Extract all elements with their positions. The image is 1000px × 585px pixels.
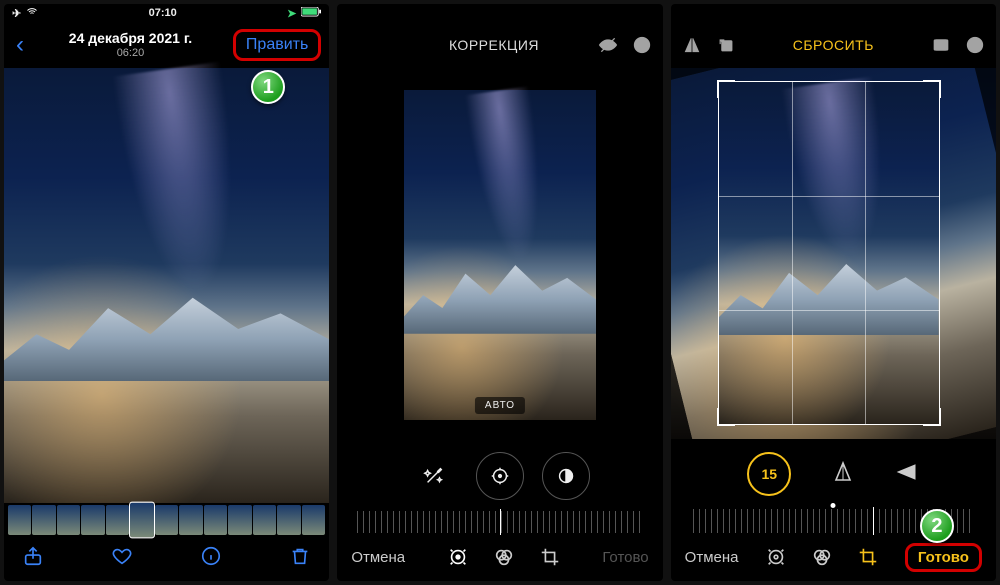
straighten-angle[interactable]: 15 (747, 452, 791, 496)
edit-button[interactable]: Править (233, 29, 321, 61)
markup-icon[interactable] (964, 34, 986, 56)
step-badge-2: 2 (920, 509, 954, 543)
mode-crop-icon[interactable] (857, 546, 879, 568)
photo-date-title: 24 декабря 2021 г. 06:20 (69, 31, 192, 58)
edit-crop-screen: СБРОСИТЬ 15 (671, 4, 996, 581)
markup-icon[interactable] (631, 34, 653, 56)
aspect-ratio-icon[interactable] (930, 34, 952, 56)
location-icon: ➤ (287, 7, 296, 20)
editor-header: КОРРЕКЦИЯ (337, 22, 662, 68)
favorite-icon[interactable] (111, 545, 133, 573)
mode-crop-icon[interactable] (539, 546, 561, 568)
visibility-toggle-icon[interactable] (597, 34, 619, 56)
viewer-header: ‹ 24 декабря 2021 г. 06:20 Править (4, 22, 329, 68)
crop-frame[interactable] (719, 82, 939, 424)
done-button[interactable]: Готово (905, 543, 982, 572)
flip-icon[interactable] (681, 34, 703, 56)
brilliance-button[interactable] (542, 452, 590, 500)
cancel-button[interactable]: Отмена (685, 549, 739, 566)
crop-header: СБРОСИТЬ (671, 22, 996, 68)
auto-magic-button[interactable] (410, 452, 458, 500)
viewer-toolbar (4, 537, 329, 581)
delete-icon[interactable] (289, 545, 311, 573)
cancel-button[interactable]: Отмена (351, 549, 405, 566)
share-icon[interactable] (22, 545, 44, 573)
status-time: 07:10 (149, 7, 177, 19)
vertical-perspective-icon[interactable] (831, 460, 855, 489)
auto-enhance-button[interactable]: АВТО (475, 397, 525, 414)
crop-controls: 15 (671, 439, 996, 509)
photo-preview[interactable] (4, 68, 329, 503)
mode-adjust-icon[interactable] (765, 546, 787, 568)
wifi-icon (26, 6, 38, 21)
adjust-title: КОРРЕКЦИЯ (449, 37, 539, 53)
mode-filters-icon[interactable] (493, 546, 515, 568)
info-icon[interactable] (200, 545, 222, 573)
adjust-slider[interactable] (357, 511, 642, 533)
status-bar: ✈ 07:10 ➤ (4, 4, 329, 22)
airplane-mode-icon: ✈ (12, 7, 21, 20)
done-button[interactable]: Готово (602, 549, 648, 566)
editor-toolbar: Отмена Готово (671, 533, 996, 581)
photo-viewer-screen: ✈ 07:10 ➤ ‹ 24 декабря 2021 г. 06:20 Пра… (4, 4, 329, 581)
rotate-icon[interactable] (715, 34, 737, 56)
mode-filters-icon[interactable] (811, 546, 833, 568)
thumbnail-strip[interactable] (4, 503, 329, 537)
mode-adjust-icon[interactable] (447, 546, 469, 568)
editor-toolbar: Отмена Готово (337, 533, 662, 581)
edit-canvas[interactable]: АВТО (337, 68, 662, 441)
exposure-button[interactable] (476, 452, 524, 500)
crop-canvas[interactable] (671, 68, 996, 439)
horizontal-perspective-icon[interactable] (895, 460, 919, 489)
adjust-tools-row (337, 441, 662, 511)
edit-adjust-screen: КОРРЕКЦИЯ АВТО Отмена (337, 4, 662, 581)
back-button[interactable]: ‹ (12, 31, 28, 59)
reset-button[interactable]: СБРОСИТЬ (793, 37, 874, 53)
battery-icon (301, 7, 321, 20)
